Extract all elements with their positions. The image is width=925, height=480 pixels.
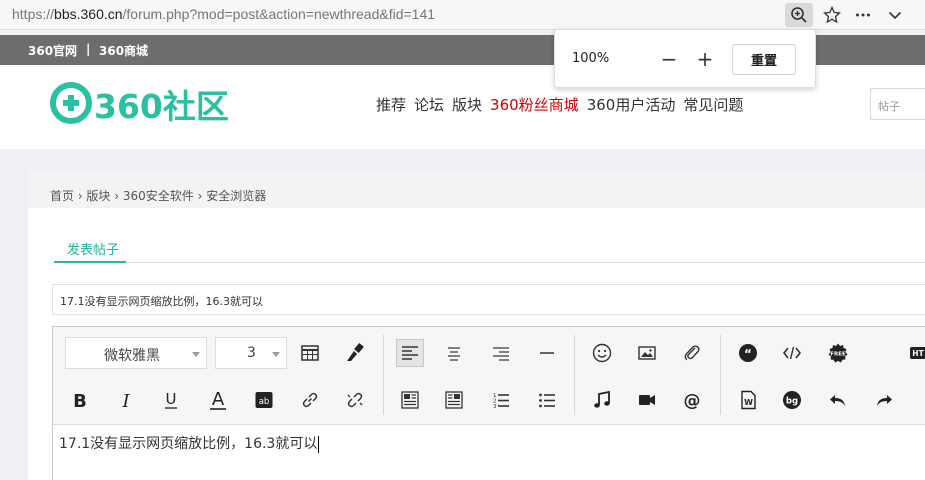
chevron-down-icon[interactable] — [881, 3, 909, 27]
format-painter-icon[interactable] — [341, 339, 369, 367]
zoom-icon[interactable] — [785, 3, 813, 27]
zoom-in-label: + — [696, 47, 714, 71]
text-caret — [318, 435, 320, 453]
bold-icon[interactable]: B — [66, 386, 94, 414]
nav-item-faq[interactable]: 常见问题 — [683, 96, 743, 114]
nav-item-recommend[interactable]: 推荐 — [376, 96, 406, 114]
url-path: /forum.php?mod=post&action=newthread&fid… — [122, 6, 436, 22]
mention-icon[interactable]: @ — [678, 386, 706, 414]
html-source-label: HT — [912, 349, 924, 358]
editor-content-area[interactable]: 17.1没有显示网页缩放比例，16.3就可以 — [59, 433, 320, 453]
align-center-icon[interactable] — [440, 339, 468, 367]
italic-icon[interactable]: I — [112, 386, 140, 414]
url-prefix: https:// — [12, 6, 55, 22]
tab-new-post-label: 发表帖子 — [67, 243, 120, 258]
music-icon[interactable] — [588, 386, 616, 414]
float-right-icon[interactable] — [440, 386, 468, 414]
font-size-arrow-icon — [272, 352, 280, 357]
zoom-level-value: 100% — [572, 51, 610, 66]
more-icon[interactable] — [849, 3, 877, 27]
svg-text:3: 3 — [493, 404, 497, 410]
video-icon[interactable] — [633, 386, 661, 414]
zoom-reset-button[interactable]: 重置 — [732, 44, 796, 75]
align-right-icon[interactable] — [487, 339, 515, 367]
font-color-icon[interactable]: A — [204, 386, 232, 414]
address-bar: https://bbs.360.cn/forum.php?mod=post&ac… — [0, 0, 925, 30]
svg-text:B: B — [73, 391, 87, 411]
redo-icon[interactable] — [870, 386, 898, 414]
font-size-select[interactable]: 3 — [215, 337, 287, 369]
unlink-icon[interactable] — [341, 386, 369, 414]
post-title-value: 17.1没有显示网页缩放比例，16.3就可以 — [60, 295, 263, 308]
main-nav: 推荐 论坛 版块 360粉丝商城 360用户活动 常见问题 — [376, 94, 751, 115]
strip-divider: | — [86, 42, 91, 56]
svg-text:bg: bg — [786, 397, 798, 407]
horizontal-rule-icon[interactable] — [533, 339, 561, 367]
svg-text:“: “ — [744, 347, 752, 361]
search-placeholder: 帖子 — [878, 100, 900, 113]
align-left-icon[interactable] — [396, 339, 424, 367]
rich-text-editor: 微软雅黑 3 “ FREE HT B I U A ab 1 2 3 @ W bg… — [52, 326, 925, 480]
html-source-icon[interactable]: HT — [905, 339, 925, 367]
logo-text: 360社区 — [94, 87, 229, 126]
url-host: bbs.360.cn — [54, 6, 123, 22]
free-badge-icon[interactable]: FREE — [824, 339, 852, 367]
post-panel: 首页 › 版块 › 360安全软件 › 安全浏览器 发表帖子 17.1没有显示网… — [28, 170, 925, 480]
link-360-official[interactable]: 360官网 — [28, 42, 77, 59]
table-icon[interactable] — [296, 339, 324, 367]
emoji-icon[interactable] — [588, 339, 616, 367]
link-icon[interactable] — [296, 386, 324, 414]
font-size-value: 3 — [247, 345, 256, 361]
nav-item-user-events[interactable]: 360用户活动 — [587, 96, 676, 114]
toolbar-divider — [383, 335, 384, 415]
font-family-select[interactable]: 微软雅黑 — [65, 337, 207, 369]
zoom-popup: 100% − + 重置 — [554, 29, 816, 88]
svg-text:A: A — [212, 389, 225, 410]
browser-window: https://bbs.360.cn/forum.php?mod=post&ac… — [0, 0, 925, 480]
site-logo[interactable]: 360社区 — [50, 82, 260, 126]
zoom-out-button[interactable]: − — [656, 45, 682, 73]
svg-text:I: I — [121, 391, 130, 411]
unordered-list-icon[interactable] — [533, 386, 561, 414]
ordered-list-icon[interactable]: 123 — [487, 386, 515, 414]
editor-toolbar: 微软雅黑 3 “ FREE HT B I U A ab 1 2 3 @ W bg — [53, 327, 925, 425]
link-360-mall[interactable]: 360商城 — [99, 42, 148, 59]
toolbar-divider — [574, 335, 575, 415]
float-left-icon[interactable] — [396, 386, 424, 414]
nav-item-forum[interactable]: 论坛 — [414, 96, 444, 114]
attachment-icon[interactable] — [678, 339, 706, 367]
nav-item-fan-mall[interactable]: 360粉丝商城 — [490, 96, 579, 114]
background-image-icon[interactable]: bg — [778, 386, 806, 414]
nav-item-sections[interactable]: 版块 — [452, 96, 482, 114]
tab-underline — [54, 262, 925, 263]
quote-icon[interactable]: “ — [734, 339, 762, 367]
logo-graphic: 360社区 — [50, 82, 229, 126]
svg-text:@: @ — [684, 391, 701, 411]
header-search-input[interactable]: 帖子 — [870, 88, 925, 120]
star-icon[interactable] — [818, 3, 846, 27]
word-import-icon[interactable]: W — [734, 386, 762, 414]
tab-new-post[interactable]: 发表帖子 — [54, 232, 126, 263]
image-icon[interactable] — [633, 339, 661, 367]
svg-text:W: W — [744, 398, 753, 407]
background-color-icon[interactable]: ab — [250, 386, 278, 414]
editor-content-text: 17.1没有显示网页缩放比例，16.3就可以 — [59, 436, 318, 452]
font-family-value: 微软雅黑 — [104, 348, 160, 364]
svg-text:ab: ab — [259, 397, 270, 407]
svg-text:FREE: FREE — [830, 352, 846, 358]
svg-text:U: U — [166, 390, 177, 408]
undo-icon[interactable] — [824, 386, 852, 414]
underline-icon[interactable]: U — [157, 386, 185, 414]
breadcrumb: 首页 › 版块 › 360安全软件 › 安全浏览器 — [28, 170, 925, 208]
url-field[interactable]: https://bbs.360.cn/forum.php?mod=post&ac… — [12, 6, 435, 22]
toolbar-divider — [720, 335, 721, 415]
post-title-input[interactable]: 17.1没有显示网页缩放比例，16.3就可以 — [52, 284, 925, 315]
zoom-out-label: − — [660, 47, 678, 71]
code-icon[interactable] — [778, 339, 806, 367]
breadcrumb-text[interactable]: 首页 › 版块 › 360安全软件 › 安全浏览器 — [50, 187, 266, 204]
zoom-in-button[interactable]: + — [692, 45, 718, 73]
font-family-arrow-icon — [192, 352, 200, 357]
